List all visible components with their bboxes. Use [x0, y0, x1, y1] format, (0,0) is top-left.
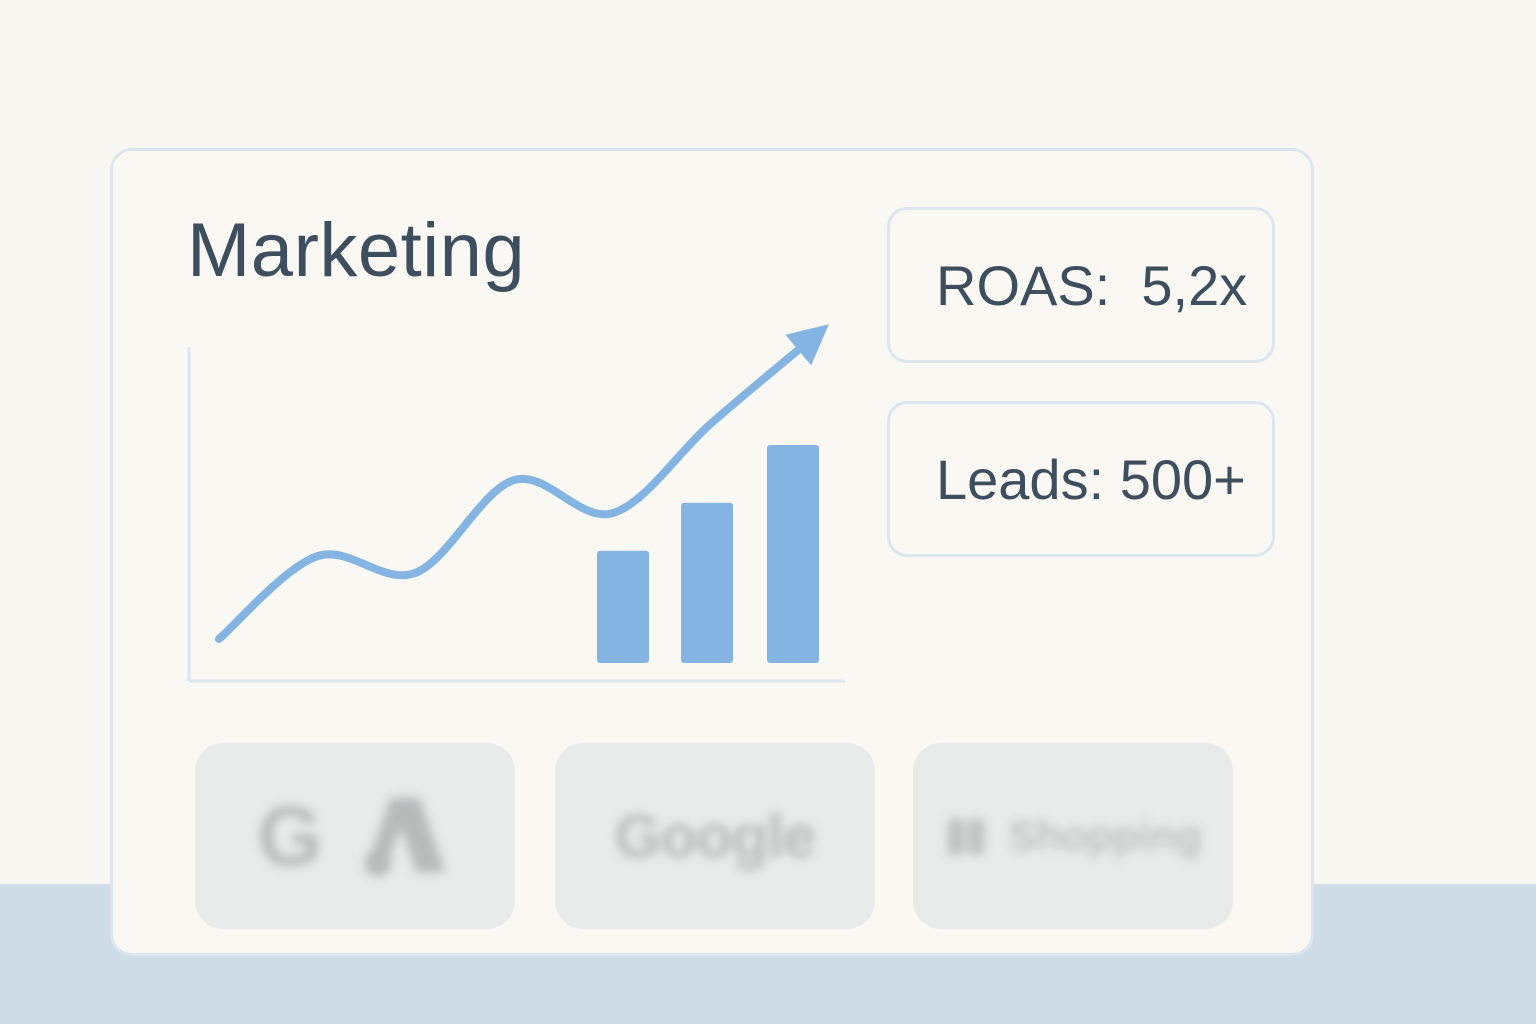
google-shopping-wordmark: Shopping — [1008, 812, 1202, 859]
marketing-card: Marketing ROAS: 5,2x Leads: 500+ G Googl… — [110, 148, 1314, 956]
roas-label: ROAS: — [936, 253, 1111, 317]
chart-bar-3 — [767, 445, 819, 663]
google-wordmark-logo: Google — [614, 802, 817, 870]
leads-value: 500+ — [1119, 447, 1246, 511]
leads-metric-card: Leads: 500+ — [887, 401, 1275, 557]
shopping-tag-icon — [948, 819, 985, 855]
growth-chart — [187, 324, 845, 683]
chart-bar-1 — [597, 550, 649, 663]
google-g-logo: G — [257, 788, 323, 883]
chart-bar-2 — [681, 502, 733, 663]
google-ads-icon — [364, 797, 445, 877]
google-shopping-logo-tile: Shopping — [913, 743, 1233, 929]
page-title: Marketing — [187, 208, 526, 293]
roas-value: 5,2x — [1141, 253, 1248, 317]
leads-label: Leads: — [936, 447, 1105, 511]
roas-metric-card: ROAS: 5,2x — [887, 207, 1275, 363]
google-ads-logo-tile: G — [195, 743, 515, 929]
google-logo-tile: Google — [555, 743, 875, 929]
